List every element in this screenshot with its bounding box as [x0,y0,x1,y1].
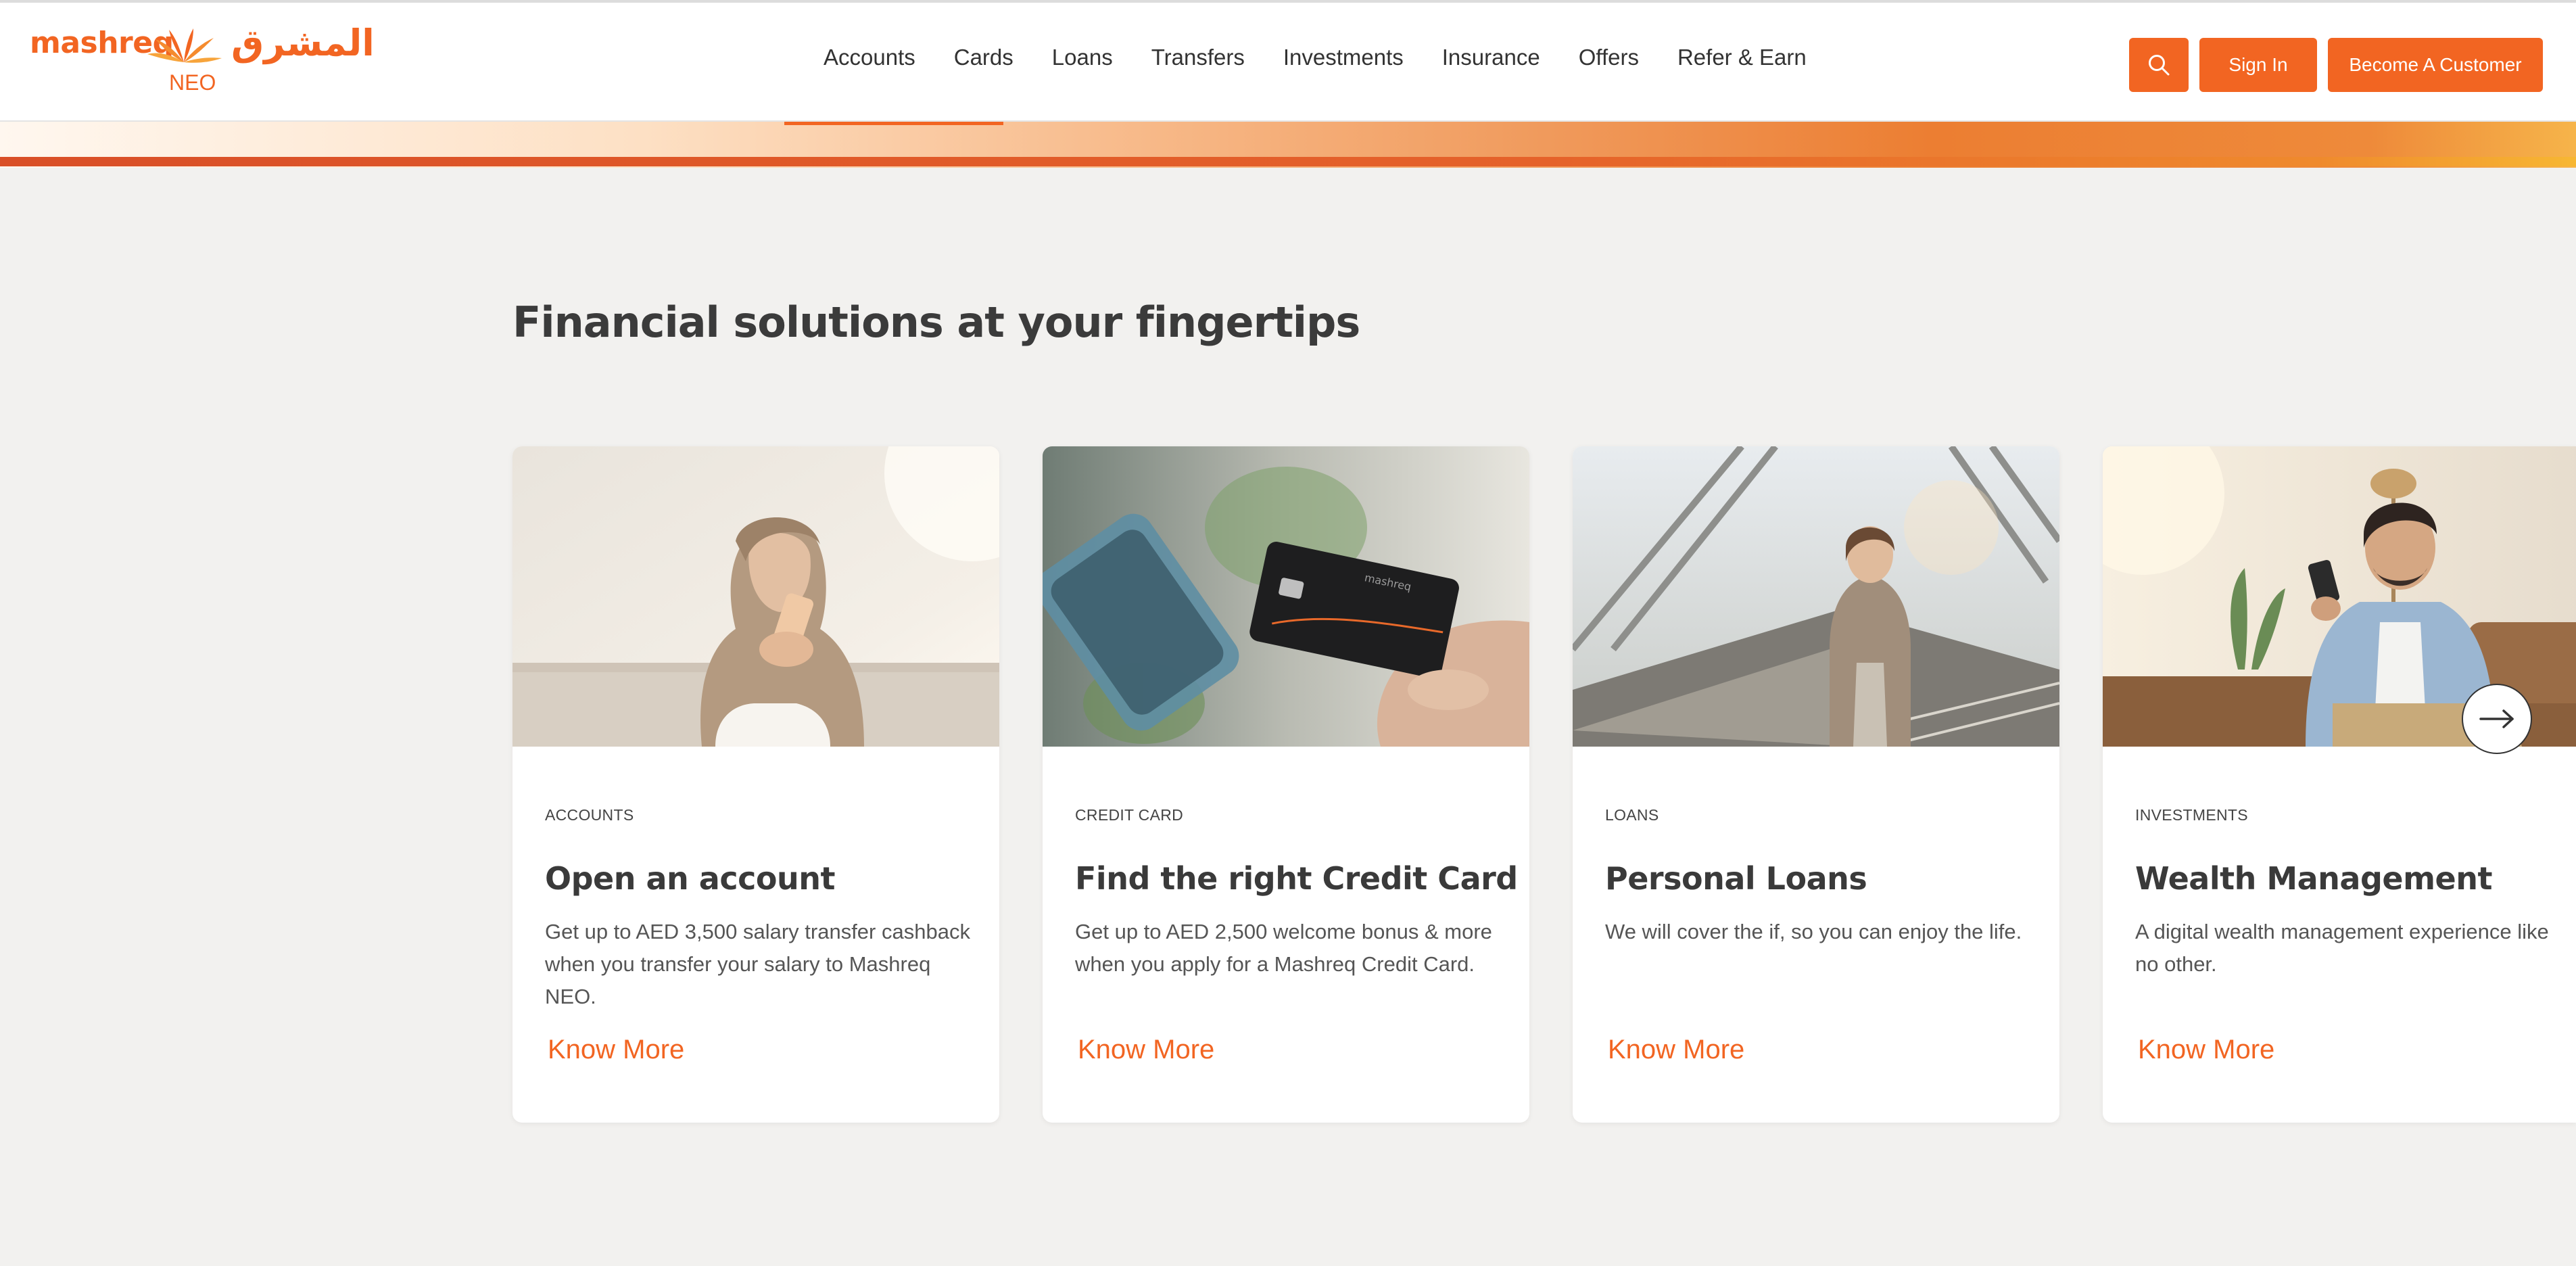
product-card-accounts[interactable]: ACCOUNTS Open an account Get up to AED 3… [512,446,999,1123]
mashreq-neo-logo[interactable]: mashreq المشرق NEO [30,22,375,100]
card-category: LOANS [1605,806,1659,824]
nav-item-investments[interactable]: Investments [1283,45,1404,78]
card-title: Wealth Management [2135,860,2492,897]
woman-in-hijab-photo [512,446,999,747]
nav-active-underline [784,122,1003,125]
card-image-loans [1573,446,2059,747]
card-title: Find the right Credit Card [1075,860,1518,897]
search-button[interactable] [2129,38,2189,92]
know-more-link[interactable]: Know More [1608,1035,1744,1065]
become-customer-button[interactable]: Become A Customer [2328,38,2543,92]
card-title: Open an account [545,860,835,897]
nav-item-transfers[interactable]: Transfers [1151,45,1245,78]
product-card-loans[interactable]: LOANS Personal Loans We will cover the i… [1573,446,2059,1123]
card-category: ACCOUNTS [545,806,634,824]
logo-neo-label: NEO [169,70,216,95]
nav-item-refer-earn[interactable]: Refer & Earn [1677,45,1807,78]
carousel-next-button[interactable] [2462,684,2532,754]
know-more-link[interactable]: Know More [2138,1035,2274,1065]
nav-item-accounts[interactable]: Accounts [824,45,915,78]
product-card-credit-card[interactable]: mashreq CREDIT CARD Find the right Credi… [1043,446,1529,1123]
site-header: mashreq المشرق NEO Accounts Cards Loans … [0,0,2576,122]
search-icon [2149,55,2170,76]
nav-item-loans[interactable]: Loans [1052,45,1113,78]
card-category: CREDIT CARD [1075,806,1184,824]
sunburst-logo-icon [147,28,222,63]
arrow-right-icon [2479,709,2514,728]
product-card-investments[interactable]: INVESTMENTS Wealth Management A digital … [2103,446,2576,1123]
card-title: Personal Loans [1605,860,1867,897]
section-title: Financial solutions at your fingertips [512,298,1360,347]
know-more-link[interactable]: Know More [1078,1035,1214,1065]
nav-item-cards[interactable]: Cards [954,45,1013,78]
hands-with-phone-and-card-photo: mashreq [1043,446,1529,747]
card-description: Get up to AED 3,500 salary transfer cash… [545,920,970,1008]
card-description: Get up to AED 2,500 welcome bonus & more… [1075,920,1492,976]
logo-text-arabic: المشرق [231,22,375,64]
know-more-link[interactable]: Know More [548,1035,684,1065]
woman-on-escalator-photo [1573,446,2059,747]
card-description: We will cover the if, so you can enjoy t… [1605,920,2022,943]
card-description: A digital wealth management experience l… [2135,920,2549,976]
card-image-accounts [512,446,999,747]
card-category: INVESTMENTS [2135,806,2248,824]
main-nav: Accounts Cards Loans Transfers Investmen… [824,45,1807,78]
sign-in-button[interactable]: Sign In [2199,38,2317,92]
hero-banner-edge [0,157,2576,166]
nav-item-offers[interactable]: Offers [1579,45,1639,78]
nav-item-insurance[interactable]: Insurance [1442,45,1540,78]
card-image-credit-card: mashreq [1043,446,1529,747]
